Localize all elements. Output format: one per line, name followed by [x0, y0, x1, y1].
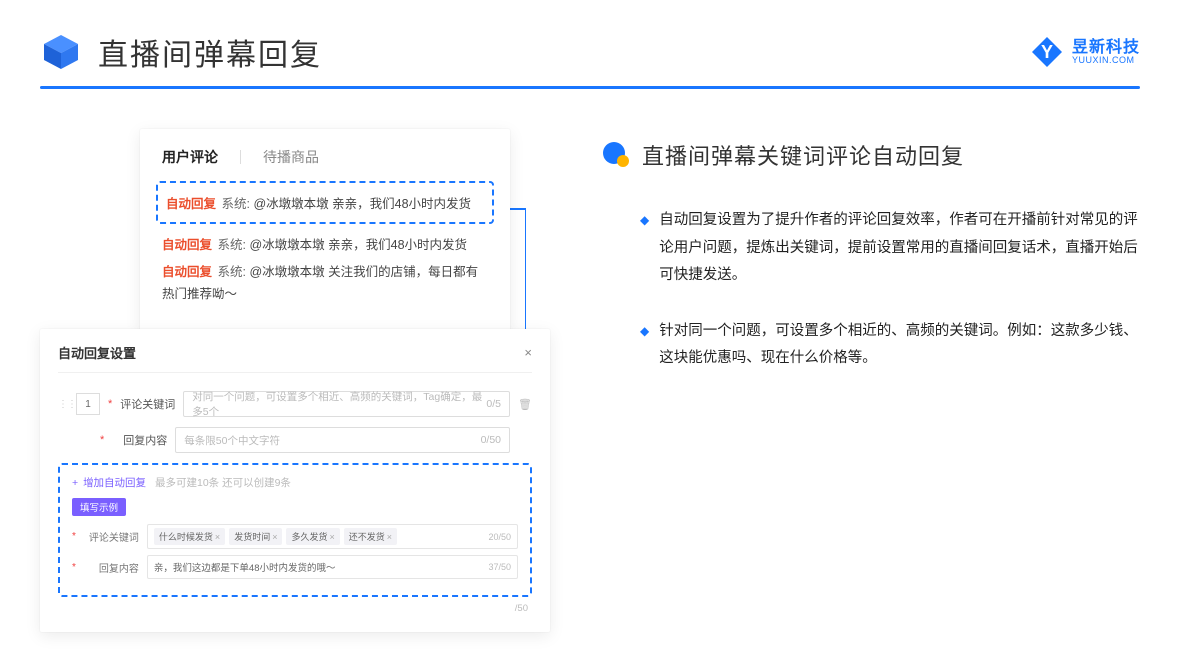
outside-count: /50 [515, 603, 528, 614]
char-count: 20/50 [488, 532, 511, 542]
char-count: 0/50 [481, 434, 501, 446]
required-star: * [100, 434, 104, 446]
page-title: 直播间弹幕回复 [98, 30, 322, 74]
tab-divider [240, 150, 241, 164]
keyword-tag[interactable]: 什么时候发货× [154, 528, 225, 545]
chat-bubble-icon [600, 142, 630, 168]
keyword-tag[interactable]: 发货时间× [229, 528, 282, 545]
placeholder-text: 对同一个问题，可设置多个相近、高频的关键词，Tag确定，最多5个 [192, 389, 486, 419]
sequence-number: 1 [76, 393, 100, 415]
brand-name-en: YUUXIN.COM [1072, 56, 1140, 65]
section-title: 直播间弹幕关键词评论自动回复 [642, 139, 964, 171]
keyword-input[interactable]: 对同一个问题，可设置多个相近、高频的关键词，Tag确定，最多5个 0/5 [183, 391, 510, 417]
reply-text: @冰墩墩本墩 亲亲，我们48小时内发货 [249, 238, 467, 252]
add-auto-reply-link[interactable]: 增加自动回复 [83, 477, 146, 489]
required-star: * [72, 531, 76, 542]
auto-reply-tag: 自动回复 [162, 265, 212, 279]
content-input[interactable]: 每条限50个中文字符 0/50 [175, 427, 510, 453]
limit-note: 最多可建10条 还可以创建9条 [155, 477, 291, 489]
modal-title: 自动回复设置 [58, 343, 136, 362]
brand-logo: Y 昱新科技 YUUXIN.COM [1030, 35, 1140, 69]
svg-text:Y: Y [1041, 42, 1053, 62]
content-label: 回复内容 [112, 432, 167, 448]
char-count: 0/5 [486, 398, 501, 410]
example-badge: 填写示例 [72, 498, 126, 516]
keyword-label: 评论关键词 [120, 396, 175, 412]
ex-keyword-label: 评论关键词 [84, 529, 139, 544]
required-star: * [72, 562, 76, 573]
bullet-icon: ◆ [640, 318, 649, 373]
char-count: 37/50 [488, 562, 511, 572]
ex-content-input[interactable]: 亲，我们这边都是下单48小时内发货的哦～ 37/50 [147, 555, 518, 579]
tab-pending-products[interactable]: 待播商品 [263, 147, 319, 167]
ex-content-label: 回复内容 [84, 560, 139, 575]
plus-icon[interactable]: + [72, 477, 78, 489]
auto-reply-settings-modal: 自动回复设置 × ⋮⋮ 1 * 评论关键词 对同一个问题，可设置多个相近、高频的… [40, 329, 550, 632]
keyword-tag[interactable]: 多久发货× [286, 528, 339, 545]
bullet-icon: ◆ [640, 207, 649, 290]
example-section: + 增加自动回复 最多可建10条 还可以创建9条 填写示例 * 评论关键词 什么… [58, 463, 532, 597]
auto-reply-tag: 自动回复 [162, 238, 212, 252]
close-icon[interactable]: × [524, 345, 532, 360]
brand-name-cn: 昱新科技 [1072, 40, 1140, 56]
bullet-text: 针对同一个问题，可设置多个相近的、高频的关键词。例如：这款多少钱、这块能优惠吗、… [659, 318, 1140, 373]
keyword-tag[interactable]: 还不发货× [344, 528, 397, 545]
system-label: 系统: [222, 197, 250, 211]
system-label: 系统: [218, 265, 246, 279]
system-label: 系统: [218, 238, 246, 252]
ex-content-text: 亲，我们这边都是下单48小时内发货的哦～ [154, 560, 336, 574]
placeholder-text: 每条限50个中文字符 [184, 433, 280, 448]
comments-panel: 用户评论 待播商品 自动回复 系统: @冰墩墩本墩 亲亲，我们48小时内发货 自… [140, 129, 510, 332]
reply-text: @冰墩墩本墩 亲亲，我们48小时内发货 [253, 197, 471, 211]
auto-reply-tag: 自动回复 [166, 197, 216, 211]
drag-handle-icon[interactable]: ⋮⋮ [58, 399, 68, 410]
cube-icon [40, 31, 82, 73]
ex-keyword-input[interactable]: 什么时候发货× 发货时间× 多久发货× 还不发货× 20/50 [147, 524, 518, 549]
reply-line: 自动回复 系统: @冰墩墩本墩 亲亲，我们48小时内发货 [162, 234, 488, 257]
highlighted-reply: 自动回复 系统: @冰墩墩本墩 亲亲，我们48小时内发货 [156, 181, 494, 224]
bullet-text: 自动回复设置为了提升作者的评论回复效率，作者可在开播前针对常见的评论用户问题，提… [659, 207, 1140, 290]
tab-user-comments[interactable]: 用户评论 [162, 147, 218, 167]
required-star: * [108, 398, 112, 410]
delete-icon[interactable]: 🗑 [518, 398, 532, 411]
reply-line: 自动回复 系统: @冰墩墩本墩 关注我们的店铺，每日都有热门推荐呦～ [162, 261, 488, 306]
